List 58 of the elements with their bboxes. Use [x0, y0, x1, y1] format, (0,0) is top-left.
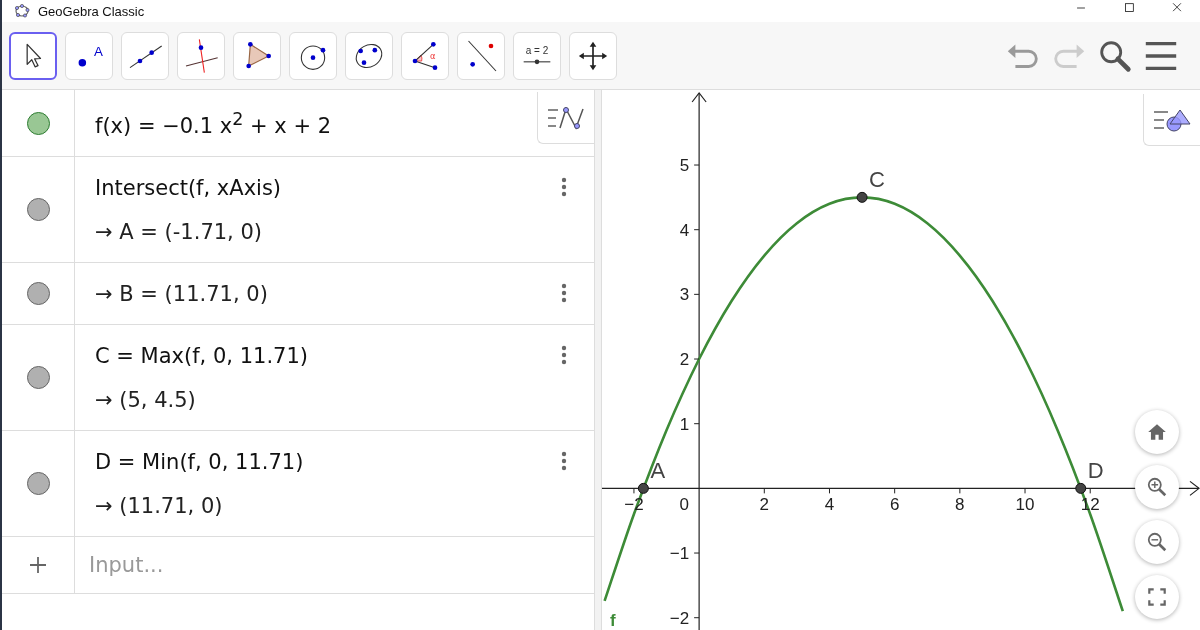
point-marker[interactable] [1075, 482, 1087, 494]
algebra-definition[interactable]: D = Min(f, 0, 11.71) [95, 450, 304, 474]
tick-label: 2 [759, 495, 770, 515]
input-field[interactable]: Input... [89, 553, 580, 577]
visibility-toggle[interactable] [26, 472, 50, 495]
algebra-definition[interactable]: C = Max(f, 0, 11.71) [95, 344, 308, 368]
algebra-definition[interactable]: f(x) = −0.1 x$^{2}$ + x + 2 [95, 109, 332, 138]
visibility-toggle[interactable] [26, 111, 50, 135]
tick-label: 6 [889, 495, 900, 515]
more-options-icon[interactable] [561, 283, 567, 303]
tick-label: 5 [679, 156, 690, 175]
tick-label: 8 [955, 495, 965, 515]
tick-label: −2 [669, 608, 690, 628]
tick-label: 1 [679, 414, 690, 434]
tick-label: 10 [1015, 495, 1035, 515]
visibility-toggle[interactable] [26, 198, 50, 221]
zoom-out-button[interactable] [1135, 520, 1179, 564]
tick-label: 4 [679, 220, 690, 240]
algebra-output: → (11.71, 0) [95, 494, 223, 518]
move-tool-button[interactable] [9, 31, 57, 80]
line-tool-button[interactable] [121, 31, 169, 80]
function-label: f [610, 611, 616, 630]
algebra-style-button[interactable] [537, 92, 594, 144]
window-title: GeoGebra Classic [38, 3, 145, 19]
tick-label: 3 [679, 285, 690, 305]
tick-label: 2 [679, 350, 690, 370]
point-marker[interactable] [637, 482, 649, 494]
visibility-toggle[interactable] [26, 282, 50, 305]
graphics-style-button[interactable] [1143, 94, 1200, 146]
fullscreen-button[interactable] [1135, 575, 1179, 619]
zoom-out-icon [1146, 531, 1168, 553]
circle-tool-button[interactable] [289, 31, 337, 80]
reflect-tool-button[interactable] [457, 31, 505, 80]
origin-label: 0 [679, 495, 689, 515]
more-options-icon[interactable] [561, 451, 567, 471]
zoom-in-button[interactable] [1135, 465, 1179, 509]
move-view-tool-button[interactable] [569, 31, 617, 80]
fullscreen-icon [1146, 586, 1168, 608]
point-label: A [650, 458, 666, 484]
plus-icon[interactable] [28, 555, 48, 575]
point-marker[interactable] [856, 191, 868, 203]
app-logo-icon [14, 3, 30, 19]
algebra-output: → B = (11.71, 0) [95, 282, 268, 306]
more-options-icon[interactable] [561, 177, 567, 197]
point-label: C [869, 167, 885, 193]
point-label: D [1087, 458, 1104, 484]
algebra-output: → A = (-1.71, 0) [95, 220, 262, 244]
more-options-icon[interactable] [561, 345, 567, 365]
polygon-tool-button[interactable] [233, 31, 281, 80]
algebra-output: → (5, 4.5) [95, 388, 196, 412]
visibility-toggle[interactable] [26, 366, 50, 389]
zoom-in-icon [1146, 476, 1168, 498]
conic-tool-button[interactable] [345, 31, 393, 80]
algebra-definition[interactable]: Intersect(f, xAxis) [95, 176, 282, 200]
home-button[interactable] [1135, 410, 1179, 454]
tick-label: 4 [824, 495, 835, 515]
tick-label: −1 [669, 544, 690, 564]
perpendicular-tool-button[interactable] [177, 31, 225, 80]
